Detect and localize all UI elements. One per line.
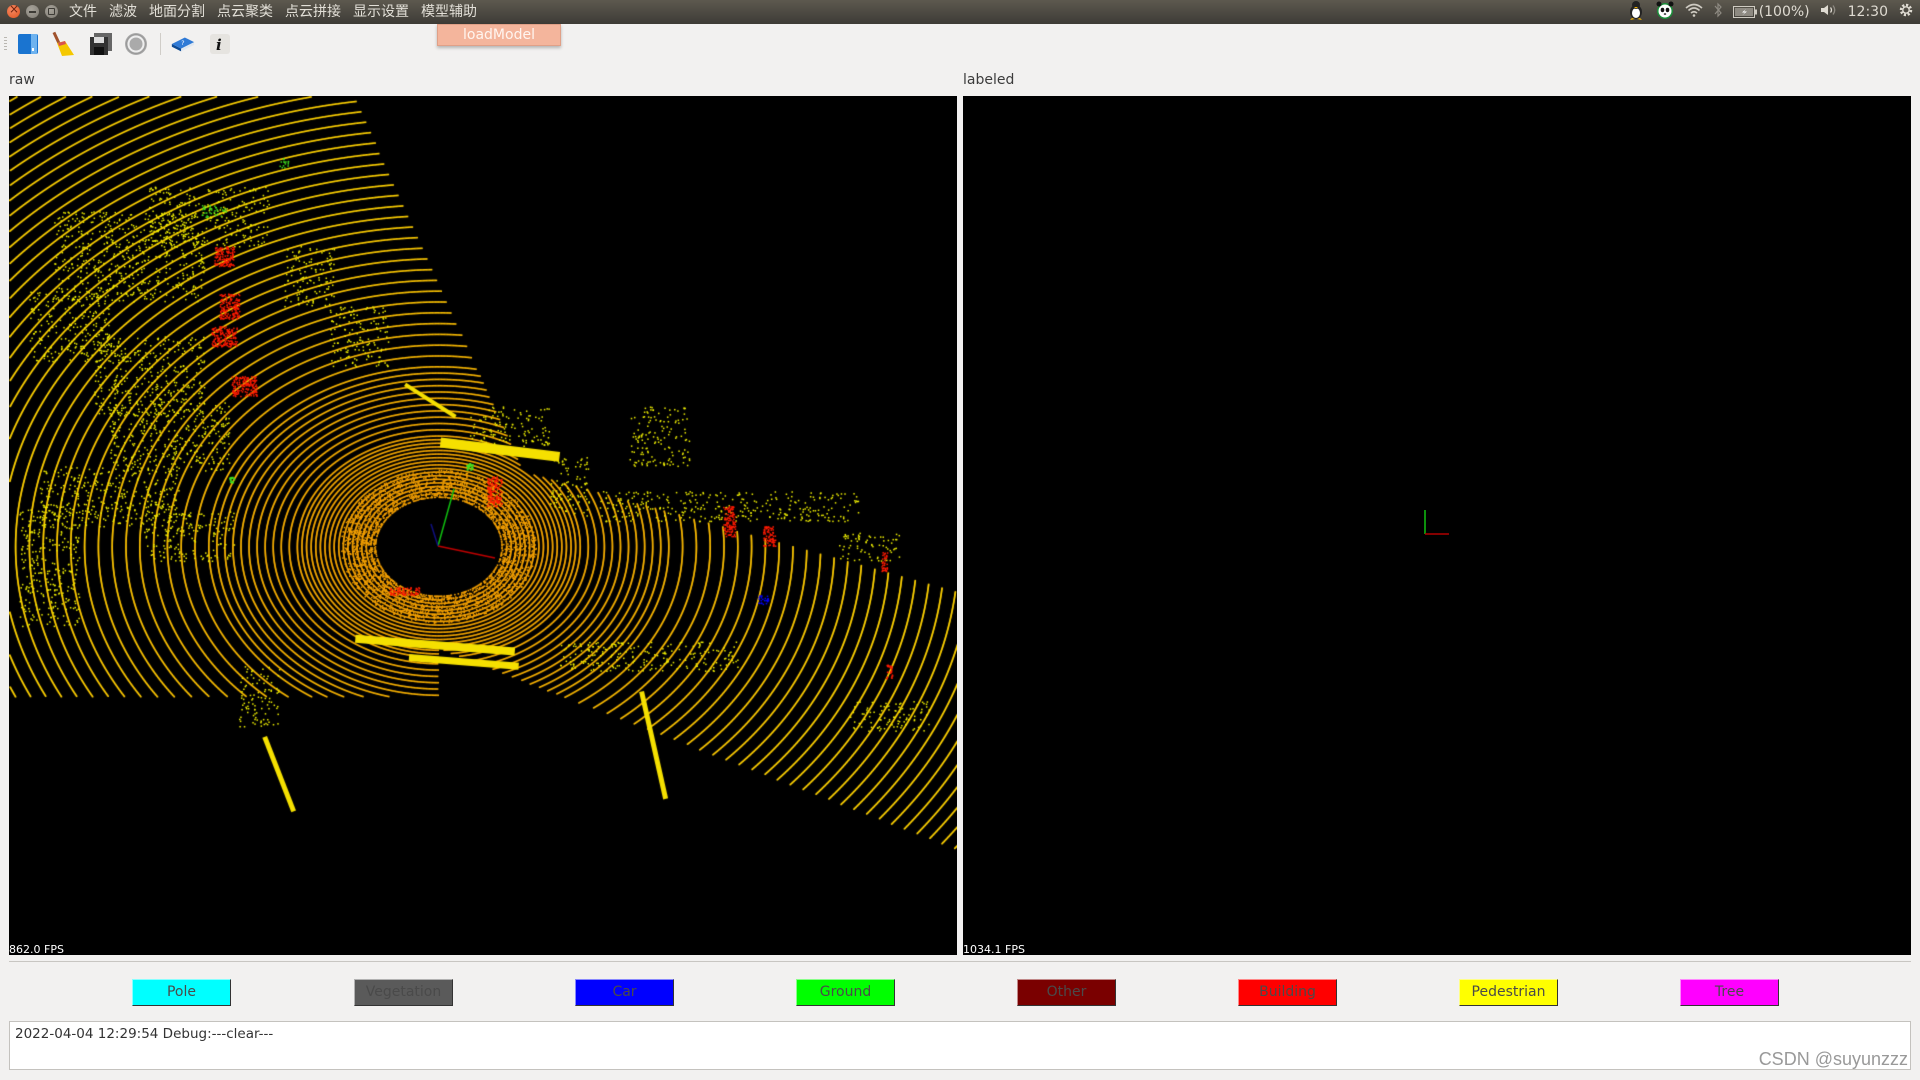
labeled-axes — [1424, 510, 1449, 535]
qq-penguin-icon[interactable] — [1627, 0, 1645, 24]
menu-item-load-model[interactable]: loadModel — [437, 24, 561, 46]
raw-fps-counter: 862.0 FPS — [9, 943, 64, 956]
minimize-window-button[interactable] — [26, 5, 39, 18]
legend-tree-button[interactable]: Tree — [1680, 979, 1779, 1006]
divider — [9, 961, 1911, 962]
labeled-pane-label: labeled — [963, 72, 1015, 88]
legend-other-button[interactable]: Other — [1017, 979, 1116, 1006]
raw-point-cloud-viewport[interactable]: 862.0 FPS — [9, 96, 957, 956]
menu-filter[interactable]: 滤波 — [103, 0, 143, 24]
menu-registration[interactable]: 点云拼接 — [279, 0, 347, 24]
svg-text:i: i — [216, 36, 222, 54]
svg-text:?: ? — [181, 39, 184, 47]
legend-pole-button[interactable]: Pole — [132, 979, 231, 1006]
toolbar-grip-handle[interactable] — [4, 37, 7, 51]
labeled-point-cloud-viewport[interactable]: 1034.1 FPS — [963, 96, 1911, 956]
volume-icon[interactable] — [1820, 3, 1838, 21]
open-file-icon[interactable] — [15, 31, 41, 57]
raw-pane-label: raw — [9, 72, 35, 88]
bluetooth-icon[interactable] — [1713, 2, 1723, 22]
save-icon[interactable] — [88, 31, 114, 57]
panda-icon[interactable] — [1655, 0, 1675, 24]
toolbar: ? i — [0, 26, 1920, 62]
power-icon[interactable] — [123, 31, 149, 57]
legend-vegetation-button[interactable]: Vegetation — [354, 979, 453, 1006]
clock[interactable]: 12:30 — [1848, 4, 1888, 20]
menu-model-assist[interactable]: 模型辅助 — [415, 0, 483, 24]
menu-ground-segmentation[interactable]: 地面分割 — [143, 0, 211, 24]
menu-clustering[interactable]: 点云聚类 — [211, 0, 279, 24]
power-gear-icon[interactable] — [1898, 2, 1914, 22]
legend-building-button[interactable]: Building — [1238, 979, 1337, 1006]
help-book-icon[interactable]: ? — [170, 31, 196, 57]
legend-pedestrian-button[interactable]: Pedestrian — [1459, 979, 1558, 1006]
top-panel: 文件 滤波 地面分割 点云聚类 点云拼接 显示设置 模型辅助 (100%) 12… — [0, 0, 1920, 24]
battery-icon[interactable]: (100%) — [1732, 4, 1810, 20]
battery-percent: (100%) — [1758, 4, 1810, 20]
log-line: 2022-04-04 12:29:54 Debug:---clear--- — [15, 1026, 274, 1042]
legend-ground-button[interactable]: Ground — [796, 979, 895, 1006]
menu-file[interactable]: 文件 — [63, 0, 103, 24]
labeled-fps-counter: 1034.1 FPS — [963, 943, 1025, 956]
menu-display-settings[interactable]: 显示设置 — [347, 0, 415, 24]
wifi-icon[interactable] — [1685, 3, 1703, 21]
maximize-window-button[interactable] — [45, 5, 58, 18]
raw-point-cloud[interactable] — [9, 96, 957, 955]
menu-bar: 文件 滤波 地面分割 点云聚类 点云拼接 显示设置 模型辅助 — [63, 0, 483, 24]
toolbar-separator — [160, 33, 161, 55]
close-window-button[interactable] — [7, 2, 20, 18]
legend-car-button[interactable]: Car — [575, 979, 674, 1006]
clear-broom-icon[interactable] — [50, 31, 76, 57]
info-icon[interactable]: i — [207, 31, 233, 57]
system-tray: (100%) 12:30 — [1627, 0, 1914, 24]
log-output[interactable]: 2022-04-04 12:29:54 Debug:---clear--- — [9, 1021, 1911, 1070]
watermark: CSDN @suyunzzz — [1758, 1049, 1908, 1069]
